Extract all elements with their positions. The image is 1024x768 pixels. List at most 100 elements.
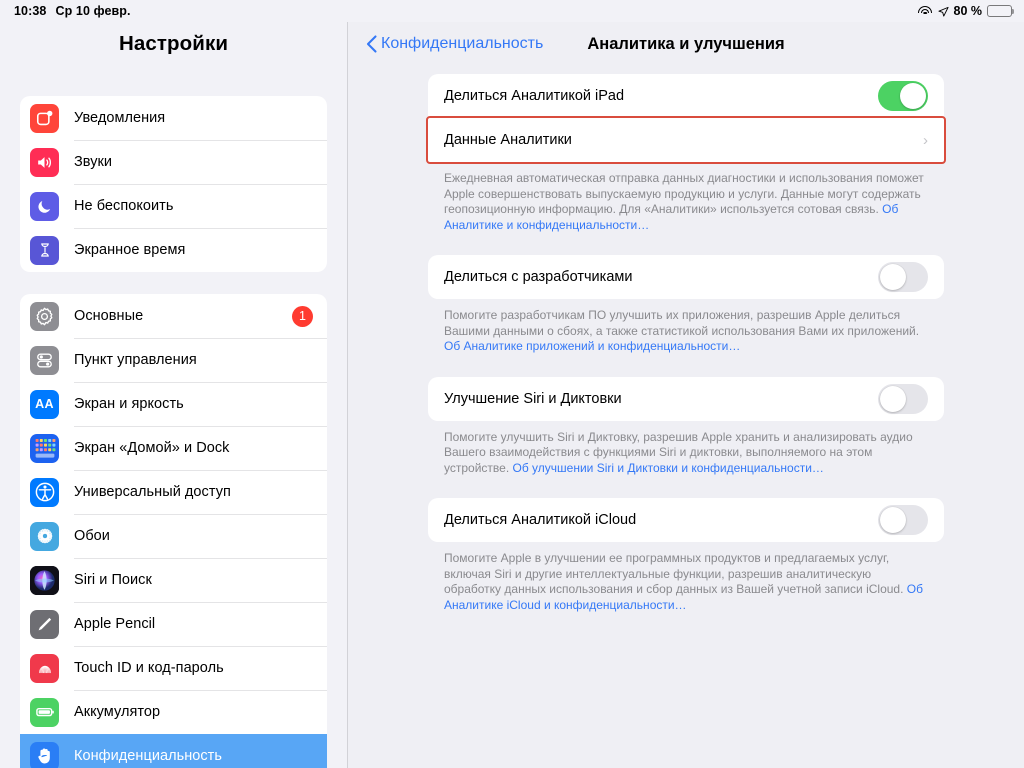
settings-row-данные-аналитики[interactable]: Данные Аналитики ›	[426, 116, 946, 164]
sidebar-item-звуки[interactable]: Звуки	[20, 140, 327, 184]
home-screen-icon	[30, 433, 59, 463]
row-divider	[74, 646, 327, 647]
row-divider	[74, 140, 327, 141]
sidebar-item-экран-домой-и-dock[interactable]: Экран «Домой» и Dock	[20, 426, 327, 470]
sidebar-item-label: Уведомления	[74, 110, 166, 126]
back-button-label: Конфиденциальность	[381, 35, 544, 52]
section-description: Помогите улучшить Siri и Диктовку, разре…	[428, 421, 944, 477]
sidebar-item-label: Основные	[74, 308, 144, 324]
siri-icon	[30, 565, 59, 595]
settings-row-label: Данные Аналитики	[444, 132, 572, 148]
sidebar-item-label: Обои	[74, 528, 110, 544]
accessibility-icon	[30, 477, 59, 507]
sidebar-item-пункт-управления[interactable]: Пункт управления	[20, 338, 327, 382]
privacy-link[interactable]: Об Аналитике приложений и конфиденциальн…	[444, 339, 740, 353]
sidebar-item-аккумулятор[interactable]: Аккумулятор	[20, 690, 327, 734]
sidebar-item-уведомления[interactable]: Уведомления	[20, 96, 327, 140]
row-divider	[74, 470, 327, 471]
settings-row-label: Делиться Аналитикой iPad	[444, 88, 625, 104]
sidebar-item-экранное-время[interactable]: Экранное время	[20, 228, 327, 272]
sidebar-item-не-беспокоить[interactable]: Не беспокоить	[20, 184, 327, 228]
description-text: Ежедневная автоматическая отправка данны…	[444, 171, 924, 216]
chevron-right-icon: ›	[923, 131, 928, 149]
row-divider	[74, 228, 327, 229]
sidebar-item-label: Конфиденциальность	[74, 748, 222, 764]
sidebar-item-основные[interactable]: Основные 1	[20, 294, 327, 338]
sidebar-item-label: Аккумулятор	[74, 704, 161, 720]
sidebar-item-apple-pencil[interactable]: Apple Pencil	[20, 602, 327, 646]
settings-row-label: Улучшение Siri и Диктовки	[444, 390, 622, 407]
row-divider	[74, 184, 327, 185]
display-aa-icon: AA	[30, 389, 59, 419]
battery-percent: 80 %	[953, 4, 983, 18]
apple-pencil-icon	[30, 609, 59, 639]
description-text: Помогите разработчикам ПО улучшить их пр…	[444, 308, 920, 338]
status-bar: 10:38 Ср 10 февр. 80 %	[0, 0, 1024, 22]
sidebar-item-siri-и-поиск[interactable]: Siri и Поиск	[20, 558, 327, 602]
settings-sections: Делиться Аналитикой iPad Данные Аналитики…	[348, 66, 1024, 768]
settings-card: Делиться Аналитикой iCloud	[428, 498, 944, 542]
gear-icon	[30, 301, 59, 331]
toggle-делиться-аналитикой-icloud[interactable]	[878, 505, 928, 535]
battery-icon	[30, 697, 59, 727]
sounds-icon	[30, 147, 59, 177]
settings-row-label: Делиться Аналитикой iCloud	[444, 512, 637, 528]
row-divider	[74, 602, 327, 603]
wifi-icon	[918, 5, 933, 17]
battery-icon	[987, 5, 1015, 17]
sidebar-groups: Уведомления Звуки Не беспокоить Экранное вр…	[0, 96, 347, 768]
main-nav-bar: Конфиденциальность Аналитика и улучшения	[348, 22, 1024, 66]
sidebar-item-touch-id-и-код-пароль[interactable]: Touch ID и код-пароль	[20, 646, 327, 690]
control-center-icon	[30, 345, 59, 375]
sidebar-group: Уведомления Звуки Не беспокоить Экранное вр…	[20, 96, 327, 272]
sidebar-item-label: Touch ID и код-пароль	[74, 660, 224, 676]
back-button[interactable]: Конфиденциальность	[366, 35, 543, 53]
toggle-knob	[880, 264, 906, 290]
ipad-settings-screen: 10:38 Ср 10 февр. 80 % Настройки Уведомл…	[0, 0, 1024, 768]
sidebar-item-обои[interactable]: Обои	[20, 514, 327, 558]
sidebar-item-label: Универсальный доступ	[74, 484, 231, 500]
settings-row-делиться-аналитикой-ipad[interactable]: Делиться Аналитикой iPad	[428, 74, 944, 118]
settings-row-улучшение-siri-и-диктовки[interactable]: Улучшение Siri и Диктовки	[428, 377, 944, 421]
toggle-улучшение-siri-и-диктовки[interactable]	[878, 383, 928, 414]
settings-row-делиться-аналитикой-icloud[interactable]: Делиться Аналитикой iCloud	[428, 498, 944, 542]
sidebar-group: Основные 1 Пункт управления AA Экран и яркос…	[20, 294, 327, 768]
sidebar-item-label: Экран и яркость	[74, 396, 184, 412]
toggle-делиться-аналитикой-ipad[interactable]	[878, 81, 928, 111]
settings-card: Улучшение Siri и Диктовки	[428, 376, 944, 421]
sidebar-item-конфиденциальность[interactable]: Конфиденциальность	[20, 734, 327, 768]
settings-row-делиться-с-разработчиками[interactable]: Делиться с разработчиками	[428, 255, 944, 299]
section-description: Помогите Apple в улучшении ее программны…	[428, 542, 944, 613]
status-time: 10:38	[14, 4, 47, 18]
moon-icon	[30, 191, 59, 221]
section-description: Ежедневная автоматическая отправка данны…	[428, 162, 944, 233]
row-divider	[74, 338, 327, 339]
wallpaper-icon	[30, 521, 59, 551]
status-bar-right: 80 %	[918, 4, 1015, 18]
hand-icon	[30, 741, 59, 768]
row-divider	[74, 690, 327, 691]
description-text: Помогите Apple в улучшении ее программны…	[444, 551, 907, 596]
row-divider	[74, 382, 327, 383]
sidebar-item-label: Пункт управления	[74, 352, 197, 368]
row-divider	[74, 426, 327, 427]
sidebar-item-label: Siri и Поиск	[74, 572, 152, 588]
status-date: Ср 10 февр.	[55, 4, 131, 18]
sidebar-item-экран-и-яркость[interactable]: AA Экран и яркость	[20, 382, 327, 426]
toggle-knob	[880, 507, 906, 533]
sidebar-item-универсальный-доступ[interactable]: Универсальный доступ	[20, 470, 327, 514]
chevron-left-icon	[366, 35, 377, 53]
split-view: Настройки Уведомления Звуки Не беспокоить Э…	[0, 22, 1024, 768]
notifications-icon	[30, 103, 59, 133]
settings-sidebar: Настройки Уведомления Звуки Не беспокоить Э…	[0, 22, 348, 768]
toggle-делиться-с-разработчиками[interactable]	[878, 262, 928, 292]
toggle-knob	[880, 385, 906, 412]
sidebar-item-label: Не беспокоить	[74, 198, 174, 214]
sidebar-item-label: Экранное время	[74, 242, 186, 258]
row-divider	[74, 514, 327, 515]
toggle-knob	[900, 83, 926, 109]
privacy-link[interactable]: Об улучшении Siri и Диктовки и конфиденц…	[513, 461, 824, 475]
section-description: Помогите разработчикам ПО улучшить их пр…	[428, 299, 944, 355]
status-badge: 1	[292, 305, 313, 327]
hourglass-icon	[30, 235, 59, 265]
